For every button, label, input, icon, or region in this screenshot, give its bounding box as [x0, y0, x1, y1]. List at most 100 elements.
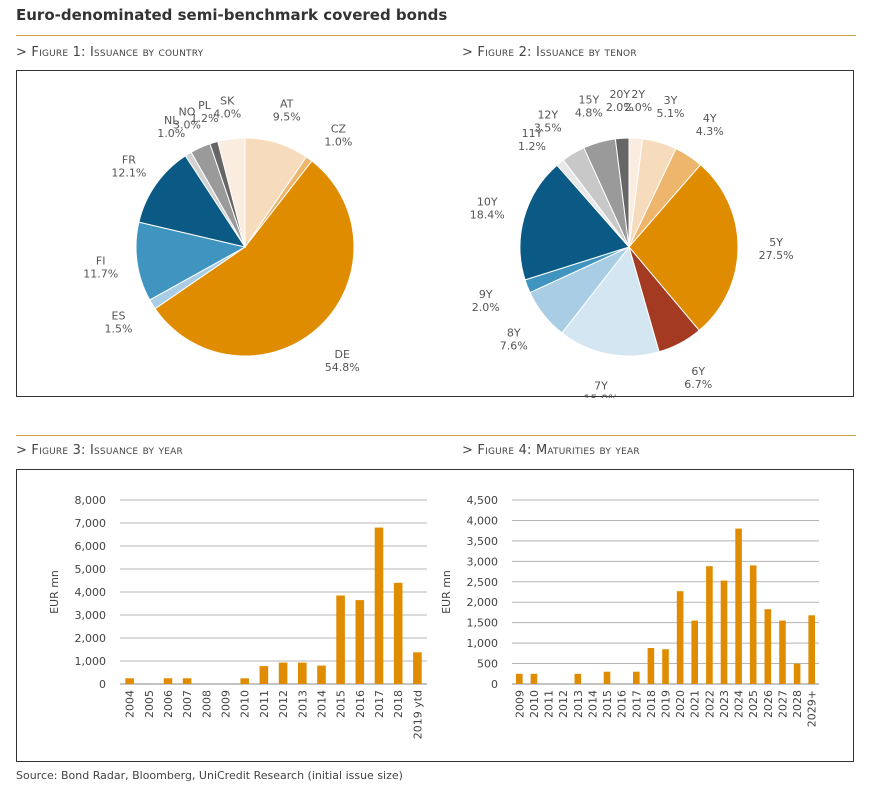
bar4-xtick-label: 2027	[777, 690, 790, 718]
bar3-xtick-label: 2005	[143, 690, 156, 718]
bar4-ytick-label: 4,500	[467, 494, 499, 507]
title-divider	[16, 35, 856, 36]
pie2-pct-8y: 7.6%	[500, 339, 528, 352]
pie2-pct-6y: 6.7%	[684, 378, 712, 391]
bar4-ytick-label: 2,000	[467, 596, 499, 609]
bar3-xtick-label: 2004	[124, 690, 137, 718]
pie1-pct-fi: 11.7%	[83, 268, 118, 281]
pie2-label-20y: 20Y	[609, 88, 630, 101]
pie1-label-at: AT	[280, 98, 294, 111]
bar3-xtick-label: 2012	[277, 690, 290, 718]
bar3-bar-2010	[240, 678, 249, 685]
bar3-bar-2006	[163, 678, 173, 685]
bar3-xtick-label: 2006	[162, 690, 175, 718]
bar4-xtick-label: 2019	[660, 690, 673, 718]
bar3-bar-2004	[125, 678, 134, 685]
bar4-xtick-label: 2015	[601, 690, 614, 718]
bar4-bar-2028	[793, 663, 801, 684]
source-note: Source: Bond Radar, Bloomberg, UniCredit…	[16, 769, 403, 782]
pie2-pct-5y: 27.5%	[759, 249, 794, 262]
bar4-bar-2029+	[808, 615, 815, 684]
bar4-bar-2027	[779, 620, 786, 684]
bar3-ytick-label: 0	[99, 678, 106, 691]
pie2-pct-4y: 4.3%	[696, 125, 724, 138]
pie2-label-9y: 9Y	[479, 288, 493, 301]
bar3-xtick-label: 2017	[373, 690, 386, 718]
bar4-xtick-label: 2029+	[806, 690, 819, 727]
bar4-bar-2025	[749, 565, 757, 684]
pie2-label-5y: 5Y	[769, 236, 783, 249]
pie2-pct-7y: 15.0%	[584, 393, 619, 399]
pie1-pct-cz: 1.0%	[324, 136, 352, 149]
bar4-bar-2020	[676, 591, 684, 684]
bar3-ytick-label: 2,000	[75, 632, 107, 645]
bar3-bar-2013	[298, 662, 307, 684]
section-divider	[16, 435, 856, 436]
bar3-ytick-label: 8,000	[75, 494, 107, 507]
pie1-label-fi: FI	[96, 255, 106, 268]
pie2-pct-12y: 3.5%	[534, 122, 562, 135]
bar4-xtick-label: 2024	[733, 690, 746, 718]
bar4-xtick-label: 2012	[557, 690, 570, 718]
pie2-label-6y: 6Y	[691, 365, 705, 378]
bar4-bar-2019	[662, 649, 669, 684]
bar4-xtick-label: 2013	[572, 690, 585, 718]
bar3-bar-2014	[317, 665, 326, 684]
bar4-xtick-label: 2016	[616, 690, 629, 718]
bar-charts: 0 1,000 2,000 3,000 4,000 5,000 6,000 7,000 8,00…	[48, 494, 819, 739]
figure-2-title: > Figure 2: Issuance by tenor	[462, 45, 637, 60]
pie2-label-3y: 3Y	[664, 94, 678, 107]
bar4-xtick-label: 2018	[645, 690, 658, 718]
bar3-xtick-label: 2010	[239, 690, 252, 718]
bar3-xtick-label: 2018	[392, 690, 405, 718]
bar3-bar-2015	[336, 595, 345, 684]
bar3-ytick-label: 6,000	[75, 540, 107, 553]
pie2-label-10y: 10Y	[477, 196, 498, 209]
pie1-label-sk: SK	[220, 94, 235, 107]
bar3-ytick-label: 5,000	[75, 563, 107, 576]
bar4-xtick-label: 2011	[543, 690, 556, 718]
bar-charts-panel: 0 1,000 2,000 3,000 4,000 5,000 6,000 7,000 8,00…	[16, 469, 854, 762]
pie2-label-4y: 4Y	[703, 112, 717, 125]
bar4-ytick-label: 1,500	[467, 617, 499, 630]
pie2-pct-11y: 1.2%	[518, 140, 546, 153]
bar4-xtick-label: 2022	[703, 690, 716, 718]
bar4-xtick-label: 2020	[674, 690, 687, 718]
bar4-xtick-label: 2023	[718, 690, 731, 718]
pie2-label-15y: 15Y	[579, 93, 600, 106]
bar4-bar-2009	[516, 673, 523, 684]
bar3-xtick-label: 2016	[354, 690, 367, 718]
pie2-pct-15y: 4.8%	[575, 106, 603, 119]
bar4-bar-2013	[574, 673, 582, 684]
bar3-xtick-label: 2011	[258, 690, 271, 718]
bar4-bar-2024	[735, 528, 742, 684]
bar4-xtick-label: 2028	[791, 690, 804, 718]
bar3-xtick-label: 2007	[181, 690, 194, 718]
bar3-xtick-label: 2015	[335, 690, 348, 718]
bar3-xtick-label: 2013	[296, 690, 309, 718]
bar4-ylabel: EUR mn	[440, 570, 453, 614]
bar4-xtick-label: 2009	[513, 690, 526, 718]
pie1-pct-es: 1.5%	[105, 323, 133, 336]
pie1-pct-sk: 4.0%	[213, 107, 241, 120]
bar3-xtick-label: 2014	[316, 690, 329, 718]
bar4-ytick-label: 0	[491, 678, 498, 691]
bar4-ytick-label: 500	[477, 658, 498, 671]
pie-charts: AT9.5%CZ1.0%DE54.8%ES1.5%FI11.7%FR12.1%N…	[83, 88, 794, 399]
bar3-bar-2016	[355, 600, 365, 684]
bar3-bar-2007	[182, 678, 192, 685]
bar4-ytick-label: 1,000	[467, 637, 499, 650]
bar4-xtick-label: 2021	[689, 690, 702, 718]
bar4-ytick-label: 4,000	[467, 514, 499, 527]
bar4-bar-2022	[706, 566, 713, 684]
bar3-ytick-label: 4,000	[75, 586, 107, 599]
pie2-label-12y: 12Y	[537, 109, 558, 122]
pie1-label-pl: PL	[198, 99, 212, 112]
bar3-bar-2012	[278, 662, 288, 684]
bar3-ytick-label: 1,000	[75, 655, 107, 668]
bar3-ytick-label: 7,000	[75, 517, 107, 530]
bar4-bar-2026	[764, 609, 772, 684]
bar3-xtick-label: 2008	[200, 690, 213, 718]
pie2-label-7y: 7Y	[594, 380, 608, 393]
bar3-ytick-label: 3,000	[75, 609, 107, 622]
